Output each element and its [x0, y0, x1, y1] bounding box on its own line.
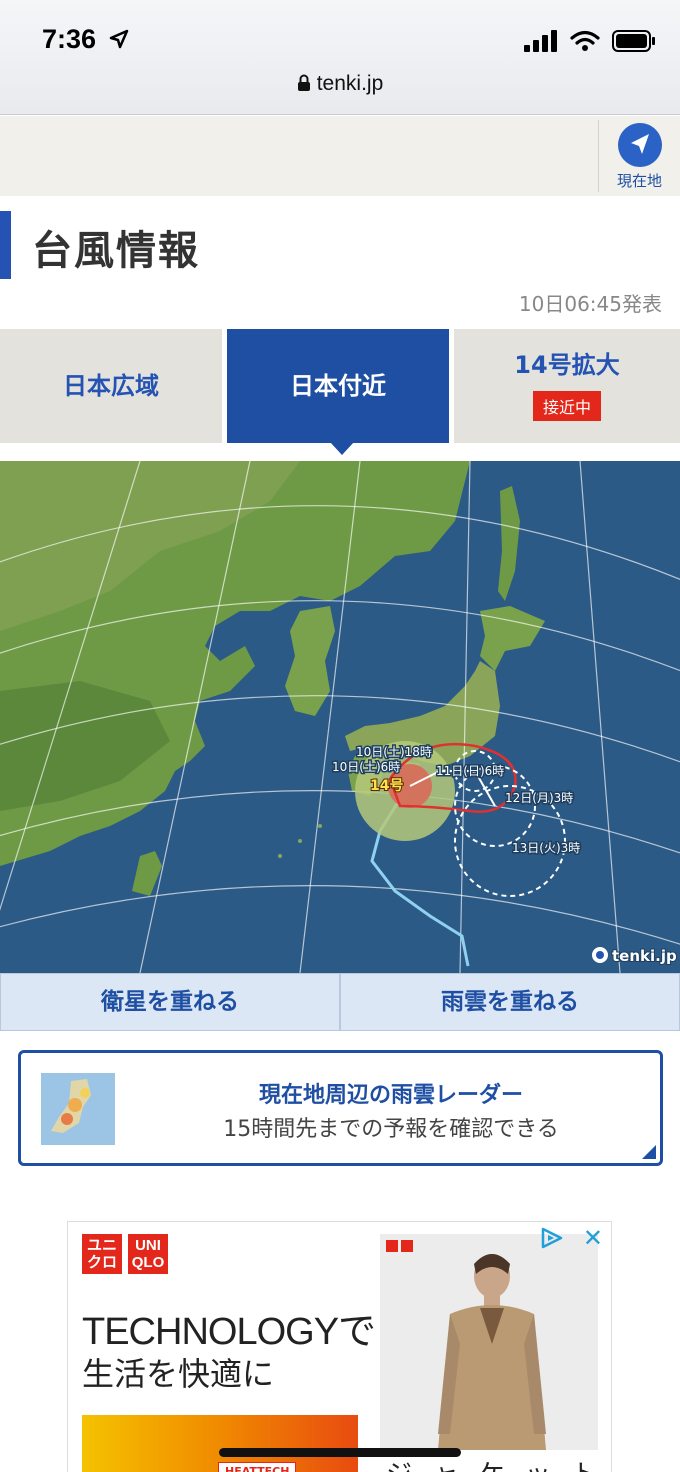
radar-card-title: 現在地周辺の雨雲レーダー	[258, 1083, 523, 1108]
tab-label: 14号拡大	[514, 351, 620, 379]
current-location-label: 現在地	[616, 172, 662, 190]
island	[318, 824, 322, 828]
island	[298, 839, 302, 843]
ad-choices-icon[interactable]	[539, 1226, 565, 1250]
logo-line: クロ	[86, 1254, 117, 1271]
heattech-tag: HEATTECH	[218, 1462, 297, 1472]
uniqlo-logo-katakana: ユニ クロ	[82, 1234, 122, 1274]
map-label: 12日(月)3時	[505, 791, 573, 805]
map-label: 10日(土)6時	[332, 760, 400, 774]
model-photo	[380, 1234, 598, 1450]
active-tab-pointer	[330, 442, 354, 455]
url-bar[interactable]: tenki.jp	[0, 72, 680, 96]
app-header: 現在地	[0, 116, 680, 196]
url-text: tenki.jp	[316, 72, 384, 95]
tab-label: 日本広域	[63, 372, 159, 400]
home-indicator[interactable]	[219, 1448, 461, 1457]
logo-line: QLO	[131, 1254, 165, 1271]
clock: 7:36	[42, 24, 97, 54]
overlay-buttons: 衛星を重ねる 雨雲を重ねる	[0, 973, 680, 1031]
issued-timestamp: 10日06:45発表	[518, 292, 662, 316]
status-bar: 7:36 tenki.jp	[0, 0, 680, 115]
wifi-icon	[570, 30, 600, 51]
typhoon-map[interactable]: 10日(土)18時 10日(土)6時 11日(日)6時 12日(月)3時 13日…	[0, 461, 680, 973]
battery-icon	[612, 30, 655, 52]
approaching-badge: 接近中	[532, 391, 601, 421]
rain-radar-card[interactable]: 現在地周辺の雨雲レーダー 15時間先までの予報を確認できる	[18, 1050, 663, 1166]
watermark-text: tenki.jp	[612, 947, 677, 965]
island	[278, 854, 282, 858]
uniqlo-logo: ユニ クロ UNI QLO	[82, 1234, 168, 1274]
logo-line: UNI	[135, 1237, 161, 1254]
navigation-arrow-icon	[617, 123, 662, 167]
logo-line: ユニ	[86, 1237, 117, 1254]
title-accent	[0, 211, 11, 279]
map-label: 11日(日)6時	[436, 764, 504, 778]
uniqlo-logo-latin: UNI QLO	[128, 1234, 168, 1274]
lock-icon	[297, 74, 310, 91]
tab-typhoon-14-zoom[interactable]: 14号拡大 接近中	[454, 329, 680, 443]
uniqlo-mini-logo	[386, 1240, 413, 1252]
radar-card-subtitle: 15時間先までの予報を確認できる	[223, 1117, 559, 1142]
map-label: 13日(火)3時	[512, 841, 580, 855]
map-scope-tabs: 日本広域 日本付近 14号拡大 接近中	[0, 329, 680, 443]
tab-japan-wide[interactable]: 日本広域	[0, 329, 222, 443]
ad-close-icon[interactable]: ✕	[583, 1224, 603, 1252]
tab-near-japan[interactable]: 日本付近	[227, 329, 449, 443]
typhoon-number-label: 14号	[370, 778, 403, 794]
cellular-signal-icon	[524, 30, 557, 52]
overlay-satellite-button[interactable]: 衛星を重ねる	[0, 973, 340, 1031]
overlay-rain-button[interactable]: 雨雲を重ねる	[340, 973, 680, 1031]
ad-subline: 生活を快適に	[82, 1355, 275, 1393]
ad-headline: TECHNOLOGYで	[82, 1311, 376, 1353]
corner-arrow-icon	[642, 1145, 656, 1159]
page-title: 台風情報	[32, 228, 200, 274]
tab-label: 日本付近	[290, 372, 386, 400]
current-location-button[interactable]: 現在地	[598, 120, 680, 192]
map-label: 10日(土)18時	[356, 745, 432, 759]
radar-thumbnail	[41, 1073, 115, 1145]
location-arrow-icon	[109, 29, 129, 49]
advertisement[interactable]: ユニ クロ UNI QLO TECHNOLOGYで 生活を快適に HEATTEC…	[67, 1221, 612, 1472]
